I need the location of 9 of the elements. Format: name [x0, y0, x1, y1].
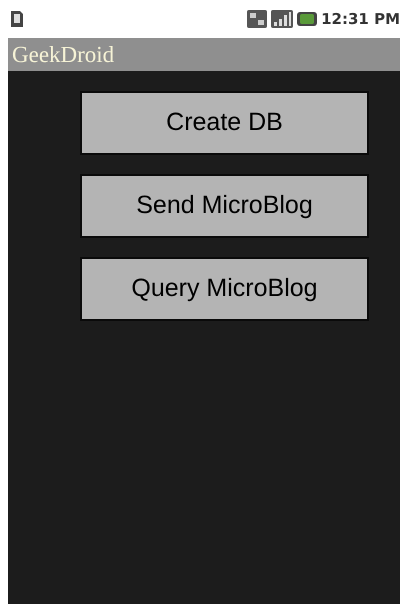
- data-sync-icon: [247, 9, 268, 29]
- clock-time: 12:31 PM: [321, 8, 400, 30]
- signal-icon: [271, 9, 294, 29]
- action-button[interactable]: Query MicroBlog: [80, 257, 369, 321]
- action-button[interactable]: Send MicroBlog: [80, 174, 369, 238]
- sd-card-icon: [10, 10, 24, 28]
- action-button[interactable]: Create DB: [80, 91, 369, 155]
- battery-icon: [297, 11, 318, 27]
- app-title: GeekDroid: [12, 43, 114, 66]
